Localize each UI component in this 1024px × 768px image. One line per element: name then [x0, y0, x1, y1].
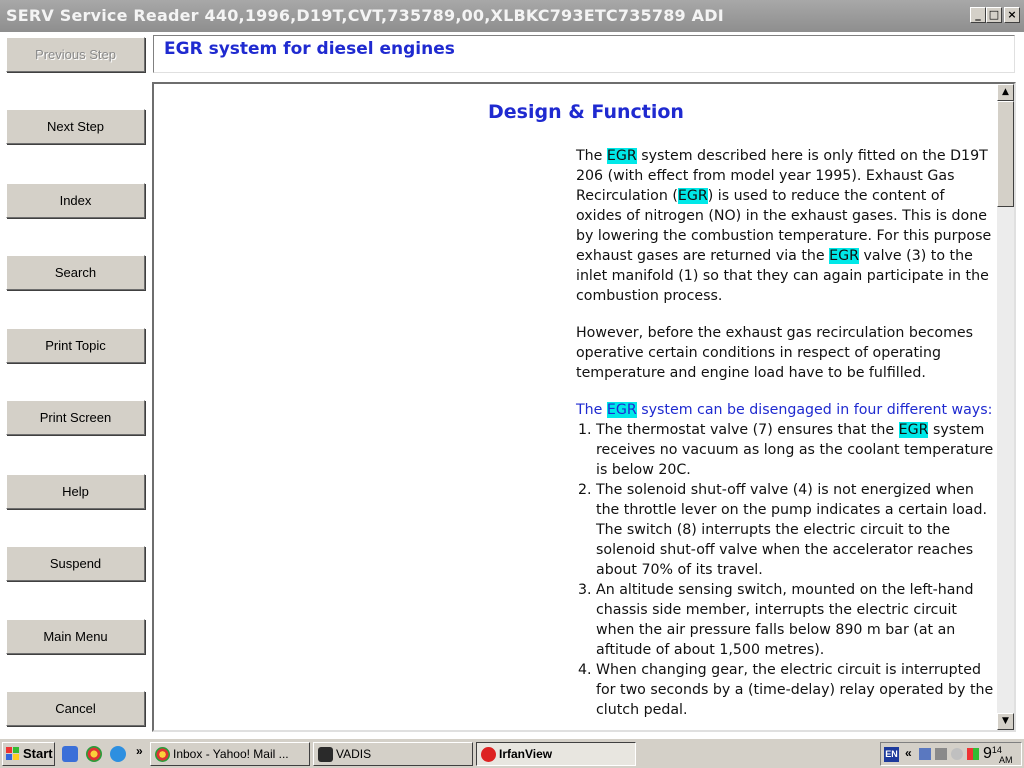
disengage-intro: The EGR system can be disengaged in four…: [576, 400, 994, 420]
chrome-icon[interactable]: [86, 746, 102, 762]
list-item: An altitude sensing switch, mounted on t…: [596, 580, 994, 660]
chrome-icon: [155, 747, 170, 762]
help-button[interactable]: Help: [6, 474, 145, 509]
text-column: The EGR system described here is only fi…: [576, 146, 994, 720]
task-label: VADIS: [336, 747, 372, 761]
task-vadis[interactable]: VADIS: [313, 742, 473, 766]
text-run: The: [576, 148, 607, 164]
egr-highlight: EGR: [677, 188, 708, 204]
previous-step-button[interactable]: Previous Step: [6, 37, 145, 72]
egr-highlight: EGR: [829, 248, 859, 264]
volume-icon[interactable]: [951, 748, 963, 760]
language-indicator[interactable]: EN: [884, 747, 899, 762]
list-item: When changing gear, the electric circuit…: [596, 660, 994, 720]
start-label: Start: [23, 746, 53, 761]
egr-highlight: EGR: [898, 422, 929, 438]
section-heading: Design & Function: [488, 101, 684, 123]
clock-minutes: 14: [991, 745, 1002, 755]
intro-paragraph: The EGR system described here is only fi…: [576, 146, 994, 306]
content-frame: Design & Function The EGR system describ…: [152, 82, 1016, 732]
task-inbox[interactable]: Inbox - Yahoo! Mail ...: [150, 742, 310, 766]
close-button[interactable]: ×: [1004, 7, 1020, 23]
topic-title-box: EGR system for diesel engines: [153, 35, 1015, 73]
task-irfanview[interactable]: IrfanView: [476, 742, 636, 766]
system-tray: EN « 914 AM: [880, 742, 1022, 766]
vertical-scrollbar[interactable]: ▲ ▼: [997, 84, 1014, 730]
cancel-button[interactable]: Cancel: [6, 691, 145, 726]
vadis-icon: [318, 747, 333, 762]
network-icon[interactable]: [919, 748, 931, 760]
text-run: The thermostat valve (7) ensures that th…: [596, 422, 899, 438]
navigation-panel: Previous Step Next Step Index Search Pri…: [0, 32, 152, 738]
disengage-list: The thermostat valve (7) ensures that th…: [596, 420, 994, 720]
list-item: The solenoid shut-off valve (4) is not e…: [596, 480, 994, 580]
irfanview-icon: [481, 747, 496, 762]
clock-ampm: AM: [999, 755, 1013, 765]
conditions-paragraph: However, before the exhaust gas recircul…: [576, 325, 974, 381]
tray-expand-icon[interactable]: «: [905, 746, 912, 760]
start-button[interactable]: Start: [2, 742, 55, 766]
scroll-down-button[interactable]: ▼: [997, 713, 1014, 730]
minimize-button[interactable]: _: [970, 7, 986, 23]
scroll-thumb[interactable]: [997, 101, 1014, 207]
maximize-button[interactable]: □: [986, 7, 1002, 23]
window-title: SERV Service Reader 440,1996,D19T,CVT,73…: [6, 6, 724, 25]
list-item: The thermostat valve (7) ensures that th…: [596, 420, 994, 480]
topic-title: EGR system for diesel engines: [164, 39, 455, 59]
task-label: Inbox - Yahoo! Mail ...: [173, 747, 289, 761]
content-area: Design & Function The EGR system describ…: [154, 84, 997, 730]
egr-highlight: EGR: [606, 148, 637, 164]
text-run: system can be disengaged in four differe…: [636, 402, 993, 418]
quicklaunch-chevron-icon[interactable]: »: [136, 744, 143, 758]
index-button[interactable]: Index: [6, 183, 145, 218]
title-bar[interactable]: SERV Service Reader 440,1996,D19T,CVT,73…: [0, 0, 1024, 32]
show-desktop-icon[interactable]: [62, 746, 78, 762]
main-menu-button[interactable]: Main Menu: [6, 619, 145, 654]
taskbar: Start » Inbox - Yahoo! Mail ... VADIS Ir…: [0, 738, 1024, 768]
print-screen-button[interactable]: Print Screen: [6, 400, 145, 435]
egr-highlight: EGR: [606, 402, 637, 418]
search-button[interactable]: Search: [6, 255, 145, 290]
text-run: The: [576, 402, 607, 418]
internet-explorer-icon[interactable]: [110, 746, 126, 762]
task-label: IrfanView: [499, 747, 553, 761]
print-topic-button[interactable]: Print Topic: [6, 328, 145, 363]
suspend-button[interactable]: Suspend: [6, 546, 145, 581]
clock-hour: 9: [983, 745, 992, 762]
next-step-button[interactable]: Next Step: [6, 109, 145, 144]
scroll-up-button[interactable]: ▲: [997, 84, 1014, 101]
security-icon[interactable]: [967, 748, 979, 760]
tray-app-icon[interactable]: [935, 748, 947, 760]
windows-flag-icon: [6, 747, 19, 760]
